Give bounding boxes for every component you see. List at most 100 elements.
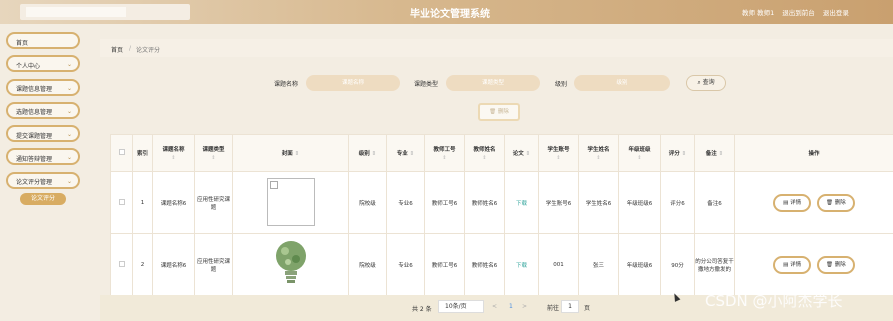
delete-button[interactable]: 🗑 删除 [816,255,855,274]
next-page-button[interactable]: > [522,303,527,310]
goto-page-input[interactable]: 1 [561,300,579,313]
cell-score: 评分6 [660,171,695,234]
chevron-down-icon: ⌄ [66,61,72,69]
query-button[interactable]: ⌕ 查询 [686,75,726,91]
sidebar: 首页 个人中心 ⌄ 课题信息管理 ⌄ 选题信息管理 ⌄ 提交课题管理 ⌄ 通知答… [0,32,88,206]
cell-ops: ▤ 详情 🗑 删除 [734,171,893,234]
sidebar-item-submit-topic[interactable]: 提交课题管理 ⌄ [6,125,80,143]
detail-button[interactable]: ▤ 详情 [773,193,812,212]
watermark: CSDN @小阿杰学长 [705,292,843,310]
goto-label: 前往 [547,305,560,312]
prev-page-button[interactable]: < [492,303,497,310]
cell-student-name: 学生姓名6 [578,171,619,234]
download-link[interactable]: 下载 [516,263,527,269]
back-to-front-link[interactable]: 退出到前台 [782,9,815,17]
user-info: 教师 教师1 退出到前台 退出登录 [742,7,855,17]
cell-index: 1 [132,171,153,234]
col-index: 索引 [132,134,153,172]
col-cover[interactable]: 封面 ⇕ [232,134,349,172]
batch-delete-label: 删除 [497,109,509,115]
chevron-down-icon: ⌄ [66,107,72,115]
col-student-name[interactable]: 学生姓名 ⇕ [578,134,619,172]
cell-cover [232,171,349,234]
sidebar-item-selection-info[interactable]: 选题信息管理 ⌄ [6,101,80,119]
cell-student-no: 001 [538,233,579,296]
level-label: 级别 [555,81,568,88]
cell-topic-name: 课题名称6 [152,171,195,234]
batch-delete-button[interactable]: 🗑 删除 [478,103,520,121]
col-teacher-name[interactable]: 教师姓名 ⇕ [464,134,505,172]
chevron-down-icon: ⌄ [66,154,72,162]
chevron-down-icon: ⌄ [66,84,72,92]
cell-paper: 下载 [504,171,539,234]
col-paper[interactable]: 论文 ⇕ [504,134,539,172]
detail-icon: ▤ [783,261,789,268]
level-input[interactable]: 级别 [574,75,670,91]
topic-type-label: 课题类型 [414,81,439,88]
trash-icon: 🗑 [489,109,497,115]
table-row: 1 课题名称6 应用性研究课题 院校级 专业6 教师工号6 教师姓名6 下载 学… [110,171,893,234]
cell-ops: ▤ 详情 🗑 删除 [734,233,893,296]
sidebar-item-paper-score[interactable]: 论文评分管理 ⌄ [6,171,80,189]
col-student-no[interactable]: 学生账号 ⇕ [538,134,579,172]
cell-student-no: 学生账号6 [538,171,579,234]
broken-image-icon [266,177,315,226]
delete-button[interactable]: 🗑 删除 [816,193,855,212]
topic-name-input[interactable]: 课题名称 [306,75,400,91]
cell-teacher-name: 教师姓名6 [464,171,505,234]
breadcrumb-home[interactable]: 首页 [111,45,123,54]
search-bar: 课题名称 课题名称 课题类型 课题类型 级别 级别 ⌕ 查询 [100,73,893,93]
logout-link[interactable]: 退出登录 [823,9,849,17]
sidebar-item-label: 论文评分管理 [16,179,53,187]
breadcrumb: 首页 / 论文评分 [100,39,893,57]
sidebar-item-label: 个人中心 [16,62,41,70]
col-ops: 操作 [734,134,893,172]
cell-cover [232,233,349,296]
query-button-label: 查询 [702,79,715,86]
cell-level: 院校级 [348,233,387,296]
breadcrumb-separator: / [129,45,132,52]
detail-icon: ▤ [783,199,789,206]
select-all-checkbox[interactable] [110,134,133,172]
table-header-row: 索引 课题名称 ⇕ 课题类型 ⇕ 封面 ⇕ 级别 ⇕ 专业 ⇕ 教师工号 ⇕ 教师姓名… [110,134,893,172]
sidebar-item-personal-center[interactable]: 个人中心 ⌄ [6,55,80,73]
cell-score: 90分 [660,233,695,296]
row-checkbox[interactable] [110,233,133,296]
data-table: 索引 课题名称 ⇕ 课题类型 ⇕ 封面 ⇕ 级别 ⇕ 专业 ⇕ 教师工号 ⇕ 教师姓名… [110,134,893,296]
detail-button[interactable]: ▤ 详情 [773,255,812,274]
col-topic-name[interactable]: 课题名称 ⇕ [152,134,195,172]
col-major[interactable]: 专业 ⇕ [386,134,425,172]
sidebar-item-home[interactable]: 首页 [6,32,80,49]
sidebar-item-label: 通知答辩管理 [16,155,53,163]
col-topic-type[interactable]: 课题类型 ⇕ [194,134,233,172]
download-link[interactable]: 下载 [516,201,527,207]
sidebar-item-defense-notice[interactable]: 通知答辩管理 ⌄ [6,148,80,166]
page-size-select[interactable]: 10条/页 [438,300,484,313]
cell-grade: 年级班级6 [618,233,661,296]
cell-teacher-no: 教师工号6 [424,171,465,234]
sidebar-item-label: 提交课题管理 [16,132,53,140]
col-score[interactable]: 评分 ⇕ [660,134,695,172]
col-remark[interactable]: 备注 ⇕ [694,134,735,172]
cell-topic-type: 应用性研究课题 [194,171,233,234]
sidebar-subitem-paper-score[interactable]: 论文评分 [20,193,66,206]
page-number[interactable]: 1 [509,303,513,310]
chevron-down-icon: ⌄ [66,177,72,185]
row-checkbox[interactable] [110,171,133,234]
cell-level: 院校级 [348,171,387,234]
cell-major: 专业6 [386,233,425,296]
col-level[interactable]: 级别 ⇕ [348,134,387,172]
top-bar: 毕业论文管理系统 教师 教师1 退出到前台 退出登录 [0,0,893,24]
topic-type-input[interactable]: 课题类型 [446,75,540,91]
cell-student-name: 张三 [578,233,619,296]
col-grade[interactable]: 年级班级 ⇕ [618,134,661,172]
sidebar-item-topic-info[interactable]: 课题信息管理 ⌄ [6,78,80,96]
table-row: 2 课题名称6 应用性研究课题 院校级 专业6 教师工号6 教师姓名6 下载 0… [110,233,893,296]
search-icon: ⌕ [697,79,701,86]
cell-teacher-name: 教师姓名6 [464,233,505,296]
cell-grade: 年级班级6 [618,171,661,234]
app-title: 毕业论文管理系统 [410,9,490,20]
cell-topic-name: 课题名称6 [152,233,195,296]
cell-major: 专业6 [386,171,425,234]
col-teacher-no[interactable]: 教师工号 ⇕ [424,134,465,172]
